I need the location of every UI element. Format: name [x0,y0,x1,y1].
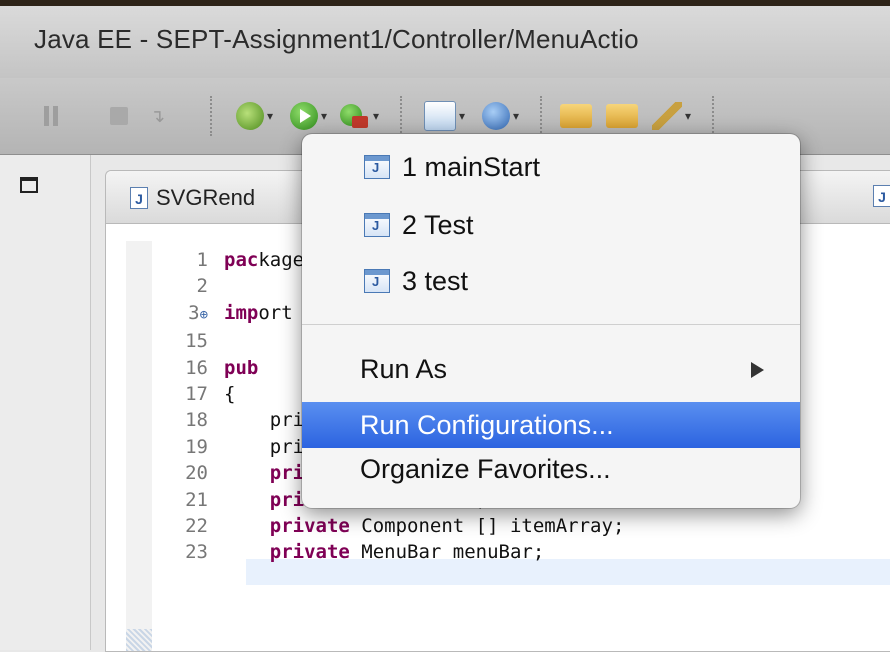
toolbar-separator [540,96,542,136]
stop-icon [110,107,128,125]
java-application-icon: J [364,213,390,237]
line-number: 22 [185,515,208,538]
pause-icon [44,106,58,126]
chevron-down-icon[interactable]: ▾ [459,109,465,123]
left-minimized-panel [0,155,91,650]
code-line[interactable]: 22 private Component [] itemArray; [152,513,785,539]
debug-button[interactable]: ▾ [236,100,273,132]
debug-icon [236,102,264,130]
current-line-marker [126,629,152,651]
restore-view-icon[interactable] [20,177,38,193]
line-number: 17 [185,383,208,406]
pause-button[interactable] [44,100,58,132]
open-type-button[interactable] [606,100,638,132]
keyword: pac [224,249,259,271]
java-application-icon: J [364,155,390,179]
keyword: private [224,541,350,564]
menu-item-organize-favorites[interactable]: Organize Favorites... [302,446,800,492]
run-button[interactable]: ▾ [290,100,327,132]
open-folder-icon [560,104,592,128]
line-number: 2 [196,275,208,298]
menu-item-launch-mainstart[interactable]: J 1 mainStart [302,144,800,190]
chevron-down-icon[interactable]: ▾ [685,109,691,123]
code-text: MenuBar menuBar; [349,541,545,564]
menu-item-label: Run As [360,353,448,384]
stop-button[interactable] [110,100,128,132]
menu-item-launch-test[interactable]: J 2 Test [302,202,800,248]
step-button[interactable]: ↴ [150,100,170,132]
brush-icon [652,102,682,130]
code-text: { [224,383,236,406]
keyword: imp [224,301,259,324]
submenu-arrow-icon [751,362,764,378]
java-file-icon: J [130,187,148,209]
menu-separator [302,324,800,325]
menu-item-launch-test-lower[interactable]: J 3 test [302,258,800,304]
run-icon [290,102,318,130]
window-title: Java EE - SEPT-Assignment1/Controller/Me… [34,24,639,54]
line-number: 16 [185,356,208,379]
open-folder-button[interactable] [560,100,592,132]
java-file-icon: J [873,185,890,207]
keyword: private [224,515,350,538]
menu-item-run-configurations[interactable]: Run Configurations... [302,402,800,448]
menu-item-label: 2 Test [402,209,474,240]
tab-second-file[interactable]: J [873,185,890,207]
external-tools-button[interactable]: ▾ [340,100,379,132]
tab-svgrenderer[interactable]: J SVGRend [130,185,255,211]
line-number: 21 [185,488,208,511]
menu-item-label: 1 mainStart [402,151,541,182]
chevron-down-icon[interactable]: ▾ [513,109,519,123]
tab-label: SVGRend [156,185,256,210]
new-server-button[interactable]: ▾ [424,100,465,132]
window-title-bar: Java EE - SEPT-Assignment1/Controller/Me… [0,0,890,79]
toolbar-separator [400,96,402,136]
new-class-icon [482,102,510,130]
toolbar-separator [712,96,714,136]
line-number: 1 [196,249,208,271]
brush-button[interactable]: ▾ [652,100,691,132]
menu-item-run-as[interactable]: Run As [302,346,800,392]
line-number: 3⊕ [188,301,208,324]
line-number: 18 [185,409,208,432]
editor-gutter [126,241,152,651]
external-tools-icon [340,102,370,130]
new-class-button[interactable]: ▾ [482,100,519,132]
java-application-icon: J [364,269,390,293]
line-number: 23 [185,541,208,564]
menu-item-label: Run Configurations... [360,409,614,440]
line-number: 19 [185,435,208,458]
line-number: 15 [185,330,208,353]
code-text: Component [] itemArray; [349,515,625,538]
step-icon: ↴ [150,106,166,126]
new-server-icon [424,101,456,131]
menu-item-label: Organize Favorites... [360,453,611,484]
run-dropdown-menu: J 1 mainStart J 2 Test J 3 test Run As R… [302,134,800,508]
open-type-icon [606,104,638,128]
chevron-down-icon[interactable]: ▾ [373,109,379,123]
chevron-down-icon[interactable]: ▾ [267,109,273,123]
code-line[interactable]: 23 private MenuBar menuBar; [152,539,785,565]
menu-item-label: 3 test [402,265,469,296]
toolbar-separator [210,96,212,136]
chevron-down-icon[interactable]: ▾ [321,109,327,123]
line-number: 20 [185,462,208,485]
desktop-strip [0,0,890,6]
fold-expand-icon[interactable]: ⊕ [200,307,208,323]
keyword: pub [224,356,259,379]
